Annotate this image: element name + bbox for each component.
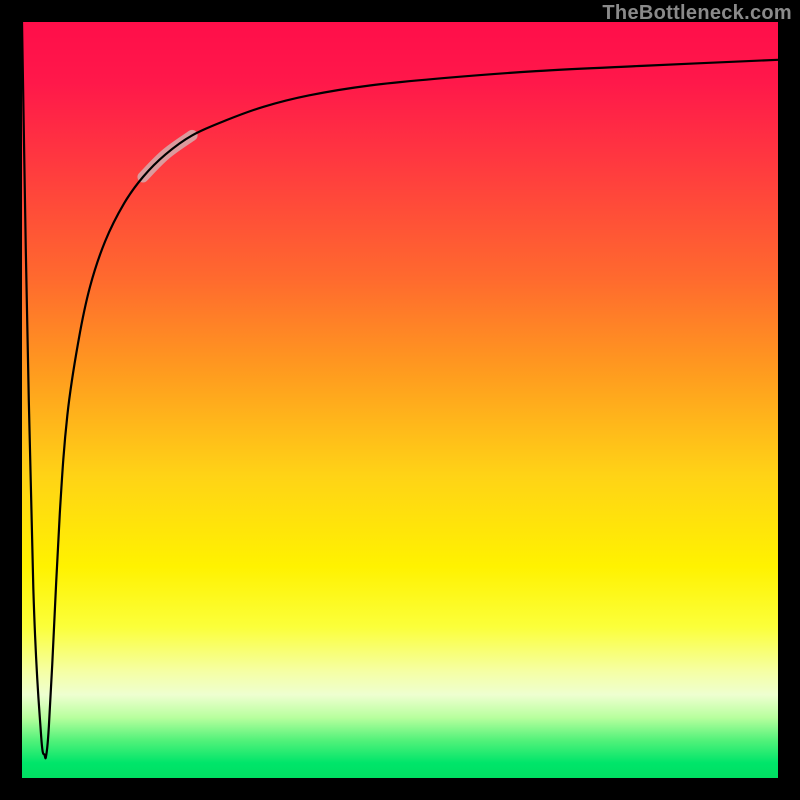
plot-area <box>22 22 778 778</box>
curve-svg <box>22 22 778 778</box>
bottleneck-curve <box>22 22 778 758</box>
curve-highlight <box>143 135 192 177</box>
attribution-label: TheBottleneck.com <box>602 2 792 25</box>
chart-frame: TheBottleneck.com <box>0 0 800 800</box>
